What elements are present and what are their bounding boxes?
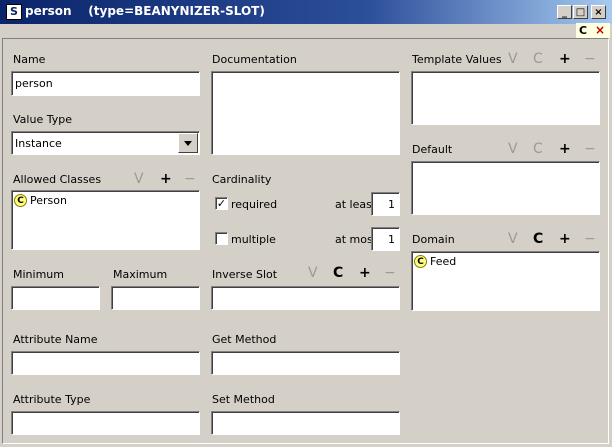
domain-label: Domain xyxy=(412,233,455,246)
inverse-slot-add-icon[interactable]: + xyxy=(359,266,371,280)
minimum-field[interactable] xyxy=(11,286,100,310)
domain-list[interactable]: C Feed xyxy=(411,251,600,311)
default-add-icon[interactable]: + xyxy=(559,142,571,156)
at-most-field[interactable]: 1 xyxy=(371,227,400,251)
name-label: Name xyxy=(13,53,46,66)
inverse-slot-remove-icon[interactable]: − xyxy=(384,266,396,280)
window-type-label: (type=BEANYNIZER-SLOT) xyxy=(88,4,265,18)
allowed-classes-remove-icon[interactable]: − xyxy=(184,172,196,186)
default-remove-icon[interactable]: − xyxy=(584,142,596,156)
domain-class-icon[interactable]: C xyxy=(533,232,543,246)
class-icon: C xyxy=(414,255,427,268)
domain-view-icon[interactable]: V xyxy=(508,232,518,246)
set-method-label: Set Method xyxy=(212,393,275,406)
domain-add-icon[interactable]: + xyxy=(559,232,571,246)
get-method-field[interactable] xyxy=(211,351,400,375)
allowed-classes-add-icon[interactable]: + xyxy=(160,172,172,186)
attribute-type-field[interactable] xyxy=(11,411,200,435)
at-most-value: 1 xyxy=(388,233,395,246)
multiple-checkbox[interactable] xyxy=(215,232,228,245)
default-label: Default xyxy=(412,143,453,156)
template-values-list[interactable] xyxy=(411,71,600,125)
maximize-button[interactable]: □ xyxy=(573,5,588,19)
inverse-slot-label: Inverse Slot xyxy=(212,268,278,281)
template-values-class-icon[interactable]: C xyxy=(533,52,543,66)
minimize-button[interactable]: _ xyxy=(557,5,572,19)
value-type-select[interactable]: Instance xyxy=(11,131,200,155)
name-field[interactable]: person xyxy=(11,71,200,96)
maximum-label: Maximum xyxy=(113,268,168,281)
attribute-type-label: Attribute Type xyxy=(13,393,91,406)
allowed-classes-list[interactable]: C Person xyxy=(11,190,200,250)
value-type-label: Value Type xyxy=(13,113,72,126)
chevron-down-icon[interactable] xyxy=(178,133,198,153)
documentation-label: Documentation xyxy=(212,53,297,66)
maximum-field[interactable] xyxy=(111,286,200,310)
close-toolbar-x-icon[interactable]: × xyxy=(595,23,605,37)
allowed-classes-view-icon[interactable]: V xyxy=(134,172,144,186)
attribute-name-field[interactable] xyxy=(11,351,200,375)
required-label: required xyxy=(231,198,278,211)
inverse-slot-view-icon[interactable]: V xyxy=(308,266,318,280)
required-checkbox[interactable]: ✓ xyxy=(215,197,228,210)
template-values-view-icon[interactable]: V xyxy=(508,52,518,66)
allowed-class-name: Person xyxy=(30,194,67,207)
inverse-slot-class-icon[interactable]: C xyxy=(333,266,343,280)
inverse-slot-field[interactable] xyxy=(211,286,400,310)
at-least-value: 1 xyxy=(388,198,395,211)
class-toolbar-c-icon[interactable]: C xyxy=(579,24,587,37)
default-view-icon[interactable]: V xyxy=(508,142,518,156)
at-least-field[interactable]: 1 xyxy=(371,192,400,216)
multiple-label: multiple xyxy=(231,233,276,246)
class-icon: C xyxy=(14,194,27,207)
get-method-label: Get Method xyxy=(212,333,277,346)
set-method-field[interactable] xyxy=(211,411,400,435)
window-title-name: person xyxy=(25,4,72,18)
minimum-label: Minimum xyxy=(13,268,64,281)
domain-remove-icon[interactable]: − xyxy=(584,232,596,246)
window-title: person (type=BEANYNIZER-SLOT) xyxy=(25,4,265,18)
list-item[interactable]: C Person xyxy=(14,194,67,207)
list-item[interactable]: C Feed xyxy=(414,255,456,268)
attribute-name-label: Attribute Name xyxy=(13,333,98,346)
allowed-classes-label: Allowed Classes xyxy=(13,173,102,186)
value-type-selected: Instance xyxy=(15,137,62,150)
at-least-label: at least xyxy=(335,198,377,211)
template-values-remove-icon[interactable]: − xyxy=(584,52,596,66)
domain-class-name: Feed xyxy=(430,255,457,268)
default-class-icon[interactable]: C xyxy=(533,142,543,156)
slot-app-icon: S xyxy=(6,4,22,20)
template-values-label: Template Values xyxy=(412,53,502,66)
documentation-textarea[interactable] xyxy=(211,71,400,155)
template-values-add-icon[interactable]: + xyxy=(559,52,571,66)
default-list[interactable] xyxy=(411,161,600,215)
cardinality-label: Cardinality xyxy=(212,173,272,186)
close-button[interactable]: × xyxy=(591,5,606,19)
name-value: person xyxy=(15,77,53,90)
